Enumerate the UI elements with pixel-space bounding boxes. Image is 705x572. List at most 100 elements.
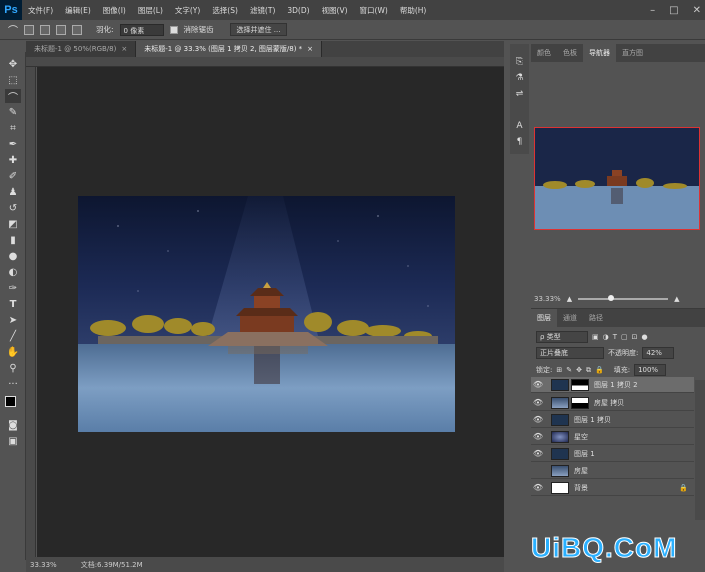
add-selection-icon[interactable] bbox=[40, 24, 50, 35]
menu-edit[interactable]: 编辑(E) bbox=[59, 5, 97, 16]
menu-filter[interactable]: 滤镜(T) bbox=[244, 5, 281, 16]
menu-select[interactable]: 选择(S) bbox=[206, 5, 244, 16]
tab-close-icon[interactable]: × bbox=[121, 45, 127, 53]
tab-close-icon[interactable]: × bbox=[307, 45, 313, 53]
tab-layers[interactable]: 图层 bbox=[531, 309, 557, 327]
select-and-mask-button[interactable]: 选择并遮住 ... bbox=[229, 23, 288, 36]
layer-row[interactable]: 👁 图层 1 bbox=[531, 446, 694, 462]
clone-stamp-tool-icon[interactable]: ♟ bbox=[5, 185, 21, 199]
tab-navigator[interactable]: 导航器 bbox=[583, 44, 616, 62]
more-tools-icon[interactable]: ··· bbox=[5, 377, 21, 391]
marquee-tool-icon[interactable]: ⬚ bbox=[5, 73, 21, 87]
maximize-button[interactable]: □ bbox=[669, 5, 678, 16]
hand-tool-icon[interactable]: ✋ bbox=[5, 345, 21, 359]
screen-mode-icon[interactable]: ▣ bbox=[5, 434, 21, 448]
menu-3d[interactable]: 3D(D) bbox=[281, 6, 315, 15]
fill-input[interactable]: 100% bbox=[634, 364, 667, 376]
character-icon[interactable]: A bbox=[514, 120, 525, 131]
blur-tool-icon[interactable]: ● bbox=[5, 249, 21, 263]
brush-tool-icon[interactable]: ✐ bbox=[5, 169, 21, 183]
zoom-slider[interactable] bbox=[578, 295, 669, 301]
eye-icon[interactable]: 👁 bbox=[531, 398, 545, 407]
document-image[interactable] bbox=[78, 196, 455, 432]
menu-layer[interactable]: 图层(L) bbox=[132, 5, 169, 16]
quick-select-tool-icon[interactable]: ✎ bbox=[5, 105, 21, 119]
zoom-out-icon[interactable]: ▲ bbox=[567, 295, 572, 303]
gradient-tool-icon[interactable]: ▮ bbox=[5, 233, 21, 247]
tab-color[interactable]: 颜色 bbox=[531, 44, 557, 62]
eye-icon[interactable]: 👁 bbox=[531, 449, 545, 458]
new-selection-icon[interactable] bbox=[24, 24, 34, 35]
healing-brush-tool-icon[interactable]: ✚ bbox=[5, 153, 21, 167]
lock-artboard-icon[interactable]: ⧉ bbox=[586, 366, 591, 375]
paragraph-icon[interactable]: ¶ bbox=[514, 136, 525, 147]
subtract-selection-icon[interactable] bbox=[56, 24, 66, 35]
layer-row[interactable]: 👁 背景 🔒 bbox=[531, 480, 694, 496]
tab-document-1[interactable]: 未标题-1 @ 50%(RGB/8) × bbox=[26, 41, 137, 57]
path-select-tool-icon[interactable]: ➤ bbox=[5, 313, 21, 327]
menu-view[interactable]: 视图(V) bbox=[316, 5, 354, 16]
zoom-tool-icon[interactable]: ⚲ bbox=[5, 361, 21, 375]
layer-row[interactable]: 👁 房屋 拷贝 bbox=[531, 395, 694, 411]
eye-icon[interactable]: 👁 bbox=[531, 380, 545, 389]
lock-pixels-icon[interactable]: ✎ bbox=[566, 366, 572, 374]
antialias-checkbox[interactable] bbox=[169, 25, 178, 34]
layer-filter-select[interactable]: ρ 类型 bbox=[536, 331, 588, 343]
lock-all-icon[interactable]: 🔒 bbox=[595, 366, 604, 374]
quick-mask-icon[interactable]: ◙ bbox=[5, 418, 21, 432]
eye-icon[interactable]: 👁 bbox=[531, 483, 545, 492]
zoom-level[interactable]: 33.33% bbox=[30, 561, 57, 569]
pen-tool-icon[interactable]: ✑ bbox=[5, 281, 21, 295]
eye-icon[interactable]: 👁 bbox=[531, 432, 545, 441]
filter-type-icon[interactable]: T bbox=[613, 333, 617, 341]
tab-paths[interactable]: 路径 bbox=[583, 309, 609, 327]
intersect-selection-icon[interactable] bbox=[72, 24, 82, 35]
move-tool-icon[interactable]: ✥ bbox=[5, 57, 21, 71]
layer-row[interactable]: 房屋 bbox=[531, 463, 694, 479]
type-tool-icon[interactable]: T bbox=[5, 297, 21, 311]
minimize-button[interactable]: – bbox=[650, 5, 655, 16]
zoom-in-icon[interactable]: ▲ bbox=[674, 295, 679, 303]
layers-scrollbar[interactable] bbox=[695, 380, 705, 520]
layer-name[interactable]: 房屋 bbox=[574, 466, 588, 476]
navigator-preview[interactable] bbox=[534, 127, 700, 230]
filter-toggle-icon[interactable]: ● bbox=[642, 333, 648, 341]
history-icon[interactable]: ⎘ bbox=[514, 56, 525, 67]
layer-mask-thumbnail[interactable] bbox=[571, 396, 589, 409]
layer-row[interactable]: 👁 图层 1 拷贝 bbox=[531, 412, 694, 428]
dodge-tool-icon[interactable]: ◐ bbox=[5, 265, 21, 279]
properties-icon[interactable]: ⇌ bbox=[514, 88, 525, 99]
opacity-input[interactable]: 42% bbox=[642, 347, 675, 359]
tab-document-2[interactable]: 未标题-1 @ 33.3% (图层 1 拷贝 2, 图层蒙版/8) * × bbox=[136, 41, 323, 57]
filter-shape-icon[interactable]: ▢ bbox=[621, 333, 628, 341]
blend-mode-select[interactable]: 正片叠底 bbox=[536, 347, 604, 359]
layer-name[interactable]: 房屋 拷贝 bbox=[594, 398, 624, 408]
layer-name[interactable]: 图层 1 拷贝 bbox=[574, 415, 611, 425]
menu-type[interactable]: 文字(Y) bbox=[169, 5, 206, 16]
lasso-tool-icon[interactable]: ⌒ bbox=[5, 89, 21, 104]
tab-histogram[interactable]: 直方图 bbox=[616, 44, 649, 62]
history-brush-tool-icon[interactable]: ↺ bbox=[5, 201, 21, 215]
lock-position-icon[interactable]: ✥ bbox=[576, 366, 582, 374]
tab-channels[interactable]: 通道 bbox=[557, 309, 583, 327]
shape-tool-icon[interactable]: ╱ bbox=[5, 329, 21, 343]
navigator-zoom-value[interactable]: 33.33% bbox=[534, 295, 561, 303]
lock-transparent-icon[interactable]: ⊞ bbox=[556, 366, 562, 374]
menu-image[interactable]: 图像(I) bbox=[97, 5, 132, 16]
filter-pixel-icon[interactable]: ▣ bbox=[592, 333, 599, 341]
feather-input[interactable]: 0 像素 bbox=[119, 23, 164, 36]
adjustments-icon[interactable]: ⚗ bbox=[514, 72, 525, 83]
layer-row[interactable]: 👁 图层 1 拷贝 2 bbox=[531, 377, 694, 393]
layer-name[interactable]: 背景 bbox=[574, 483, 588, 493]
lasso-tool-preset-icon[interactable]: ⌒ bbox=[8, 22, 18, 37]
tab-swatches[interactable]: 色板 bbox=[557, 44, 583, 62]
layer-mask-thumbnail[interactable] bbox=[571, 378, 589, 391]
menu-window[interactable]: 窗口(W) bbox=[354, 5, 394, 16]
menu-help[interactable]: 帮助(H) bbox=[394, 5, 433, 16]
menu-file[interactable]: 文件(F) bbox=[22, 5, 59, 16]
eyedropper-tool-icon[interactable]: ✒ bbox=[5, 137, 21, 151]
filter-smart-icon[interactable]: ⊡ bbox=[632, 333, 638, 341]
document-size[interactable]: 文档:6.39M/51.2M bbox=[81, 560, 143, 570]
filter-adjust-icon[interactable]: ◑ bbox=[603, 333, 609, 341]
layer-name[interactable]: 星空 bbox=[574, 432, 588, 442]
